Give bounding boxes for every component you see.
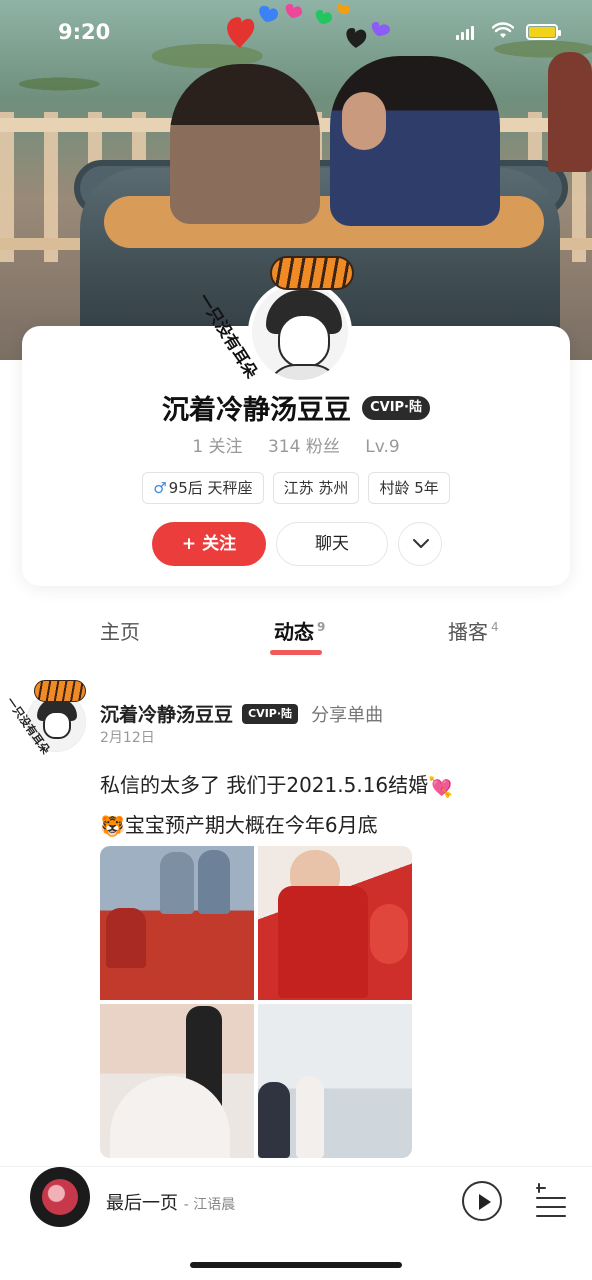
profile-tabs: 主页 动态 9 播客 4	[0, 616, 592, 656]
post-image-2[interactable]	[258, 846, 412, 1000]
follow-button[interactable]: + 关注	[152, 522, 266, 566]
song-artist: - 江语晨	[183, 1197, 236, 1213]
profile-tags: ♂ 95后 天秤座 江苏 苏州 村龄 5年	[0, 472, 592, 504]
chevron-down-icon	[413, 539, 429, 548]
post-header: 沉着冷静汤豆豆 CVIP·陆 分享单曲	[100, 700, 383, 726]
post-line-2: 🐯宝宝预产期大概在今年6月底	[100, 806, 570, 846]
playlist-icon[interactable]	[536, 1183, 566, 1217]
status-time: 9:20	[58, 20, 111, 44]
tiger-emoji: 🐯	[100, 814, 125, 838]
post-date: 2月12日	[100, 730, 155, 746]
tab-moments-count: 9	[317, 620, 326, 635]
profile-avatar[interactable]: 一只没有耳朵	[194, 252, 360, 384]
tab-podcast[interactable]: 播客 4	[448, 616, 499, 645]
post-text: 私信的太多了 我们于2021.5.16结婚💘 🐯宝宝预产期大概在今年6月底	[100, 766, 570, 845]
active-tab-indicator	[270, 650, 322, 655]
tiger-sticker	[270, 256, 354, 290]
post-line-1: 私信的太多了 我们于2021.5.16结婚💘	[100, 766, 570, 806]
song-title: 最后一页	[106, 1193, 178, 1214]
tag-age-zodiac: ♂ 95后 天秤座	[142, 472, 264, 504]
post-author-name[interactable]: 沉着冷静汤豆豆	[100, 704, 233, 726]
male-icon: ♂	[153, 479, 167, 497]
tag-village-age: 村龄 5年	[368, 472, 450, 504]
signal-icon	[456, 24, 476, 40]
play-icon[interactable]	[462, 1181, 502, 1221]
post-image-3[interactable]	[100, 1004, 254, 1158]
tag-location: 江苏 苏州	[272, 472, 360, 504]
profile-name-row: 沉着冷静汤豆豆 CVIP·陆	[0, 388, 592, 428]
tab-moments[interactable]: 动态 9	[270, 616, 326, 655]
user-level[interactable]: Lv.9	[365, 437, 399, 457]
post-image-4[interactable]	[258, 1004, 412, 1158]
vip-badge[interactable]: CVIP·陆	[362, 395, 430, 420]
following-count[interactable]: 1 关注	[192, 437, 242, 457]
heart-arrow-emoji: 💘	[428, 774, 454, 799]
profile-stats: 1 关注 314 粉丝 Lv.9	[0, 432, 592, 457]
post-author-avatar[interactable]: 一只没有耳朵	[4, 680, 88, 760]
album-cover[interactable]	[30, 1167, 90, 1227]
status-bar: 9:20	[0, 0, 592, 64]
now-playing[interactable]: 最后一页 - 江语晨	[106, 1189, 235, 1215]
post-vip-badge: CVIP·陆	[242, 703, 299, 724]
wifi-icon	[492, 22, 514, 38]
post-image-grid	[100, 846, 412, 1158]
home-indicator[interactable]	[190, 1262, 402, 1268]
post-action: 分享单曲	[311, 704, 384, 726]
more-button[interactable]	[398, 522, 442, 566]
tab-home[interactable]: 主页	[100, 616, 140, 645]
post-image-1[interactable]	[100, 846, 254, 1000]
fans-count[interactable]: 314 粉丝	[268, 437, 340, 457]
profile-name: 沉着冷静汤豆豆	[162, 395, 351, 426]
battery-icon	[526, 24, 561, 40]
tab-podcast-count: 4	[491, 620, 499, 635]
chat-button[interactable]: 聊天	[276, 522, 388, 566]
